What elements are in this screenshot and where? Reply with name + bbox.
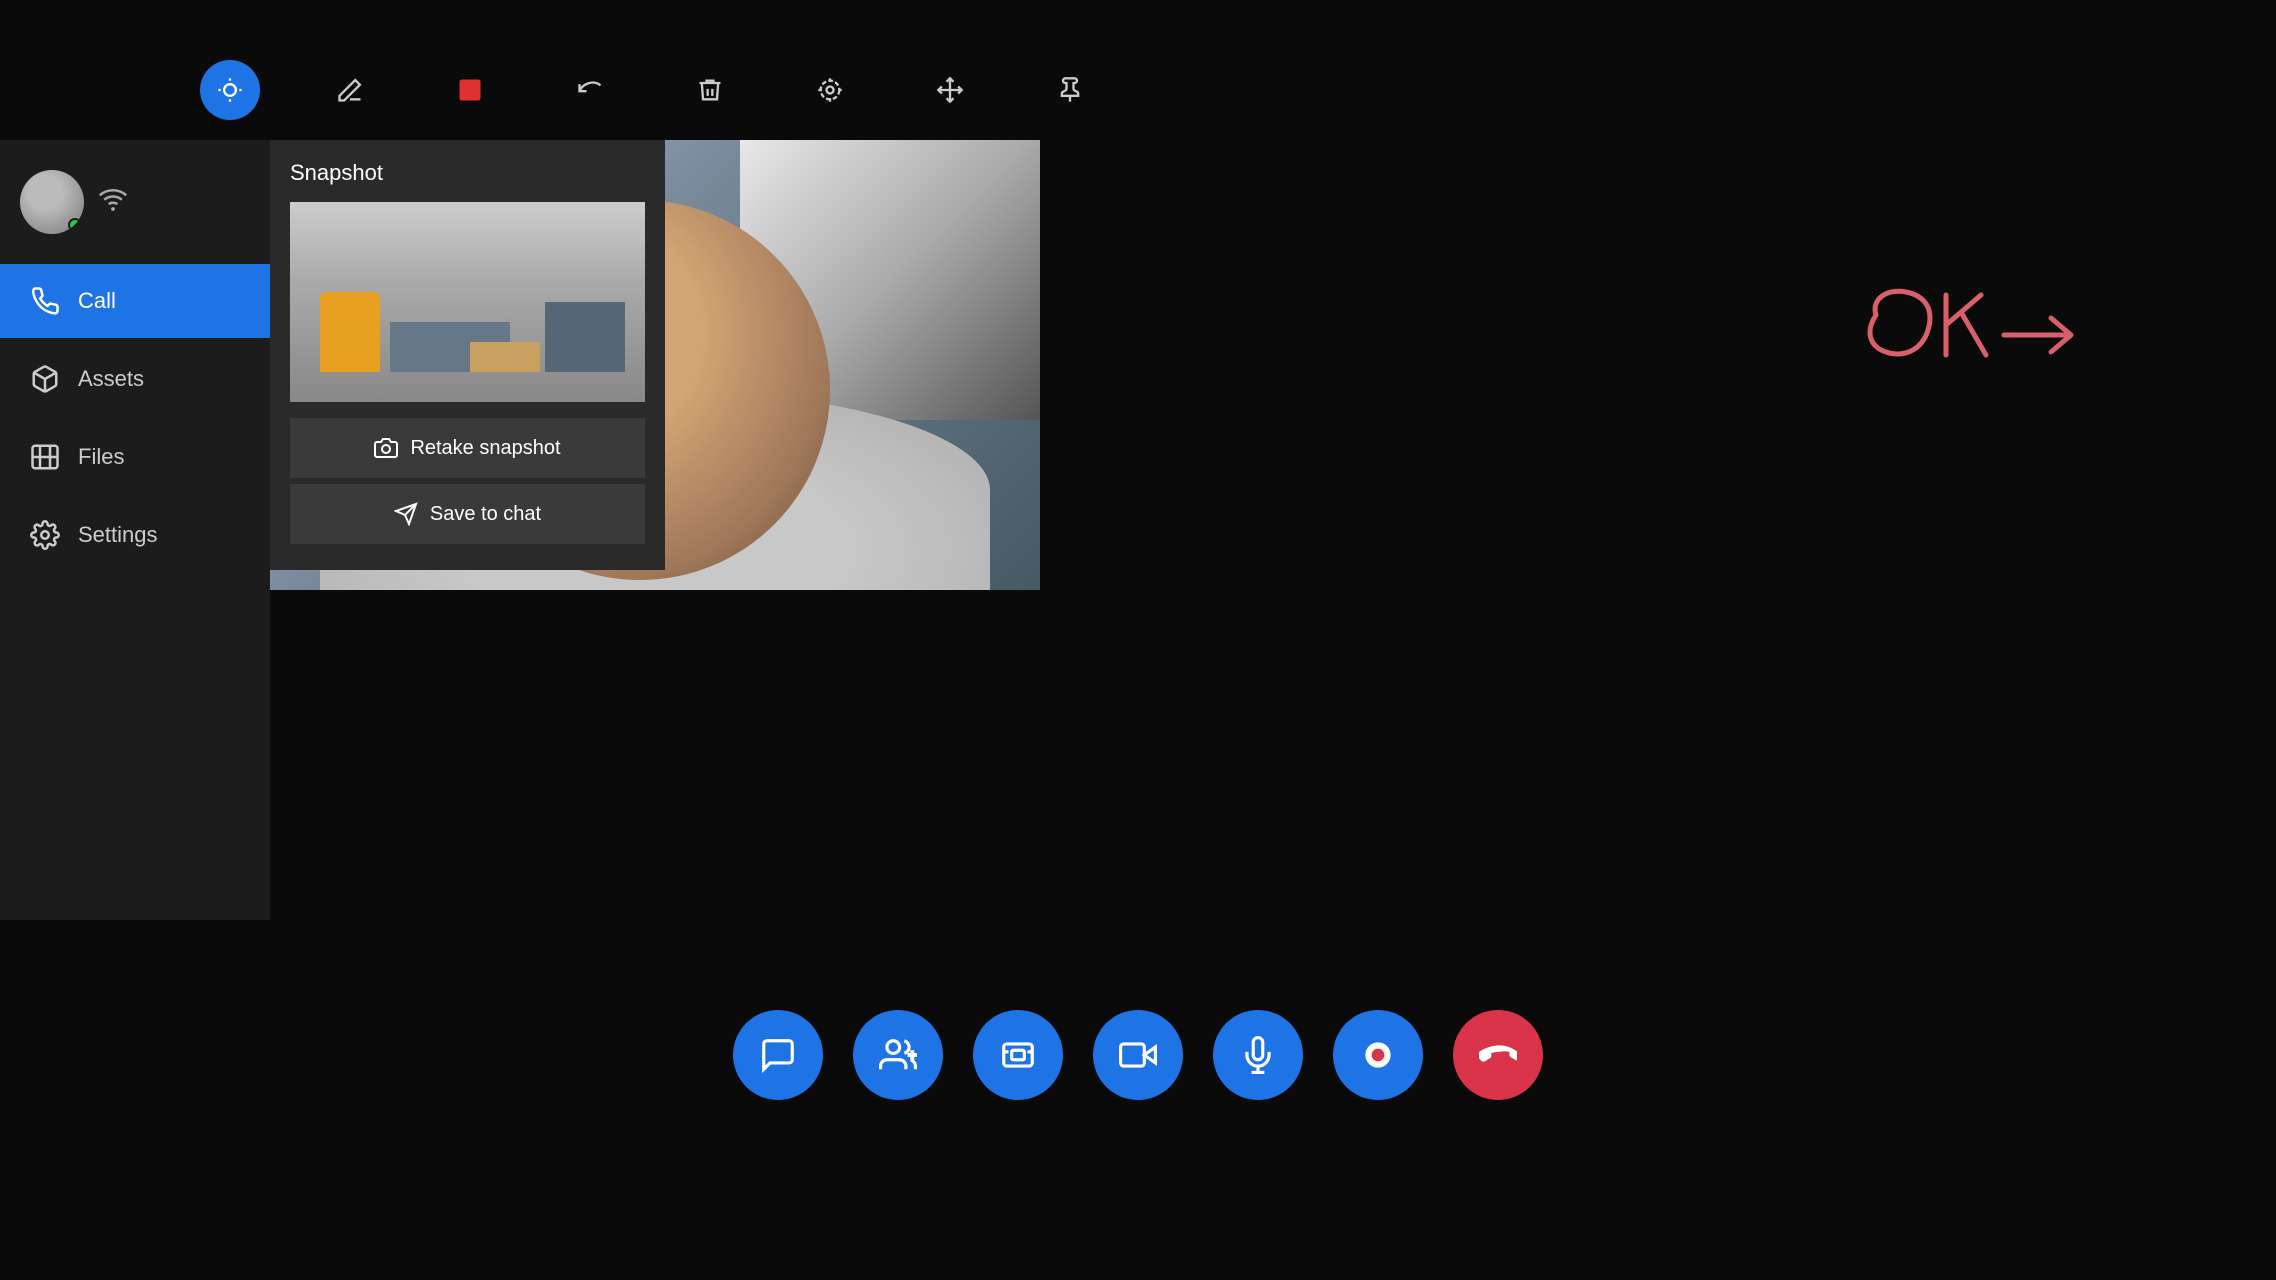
chat-button[interactable] [733,1010,823,1100]
sidebar-item-call[interactable]: Call [0,264,270,338]
online-badge [68,218,82,232]
sidebar-item-settings-label: Settings [78,522,158,548]
snapshot-image [290,202,645,402]
call-controls [0,1010,2276,1100]
snapshot-icon [999,1036,1037,1074]
cursor-tool-button[interactable] [200,60,260,120]
send-icon [394,502,418,526]
participants-button[interactable] [853,1010,943,1100]
save-to-chat-label: Save to chat [430,503,541,526]
sidebar-item-call-label: Call [78,288,116,314]
pen-tool-button[interactable] [320,60,380,120]
annotation-ok [1856,280,2076,415]
snapshot-panel: Snapshot Retake snapshot Save to chat [270,140,665,570]
delete-button[interactable] [680,60,740,120]
focus-button[interactable] [800,60,860,120]
camera-icon [374,436,398,460]
retake-snapshot-label: Retake snapshot [410,437,560,460]
record-shape-button[interactable] [440,60,500,120]
video-button[interactable] [1093,1010,1183,1100]
move-button[interactable] [920,60,980,120]
participants-icon [879,1036,917,1074]
end-call-icon [1479,1036,1517,1074]
sidebar-profile [0,160,270,244]
record-icon [1359,1036,1397,1074]
retake-snapshot-button[interactable]: Retake snapshot [290,418,645,478]
connection-icon [98,184,128,221]
snapshot-button[interactable] [973,1010,1063,1100]
video-icon [1119,1036,1157,1074]
sidebar-item-files[interactable]: Files [0,420,270,494]
end-call-button[interactable] [1453,1010,1543,1100]
sidebar-nav: Call Assets Files [0,264,270,572]
mic-button[interactable] [1213,1010,1303,1100]
sidebar: Call Assets Files [0,140,270,920]
mic-icon [1239,1036,1277,1074]
sidebar-item-settings[interactable]: Settings [0,498,270,572]
undo-button[interactable] [560,60,620,120]
chat-icon [759,1036,797,1074]
sidebar-item-assets[interactable]: Assets [0,342,270,416]
toolbar [200,60,1100,120]
sidebar-item-assets-label: Assets [78,366,144,392]
save-to-chat-button[interactable]: Save to chat [290,484,645,544]
record-button[interactable] [1333,1010,1423,1100]
snapshot-title: Snapshot [290,160,645,186]
avatar [20,170,84,234]
sidebar-item-files-label: Files [78,444,124,470]
pin-button[interactable] [1040,60,1100,120]
